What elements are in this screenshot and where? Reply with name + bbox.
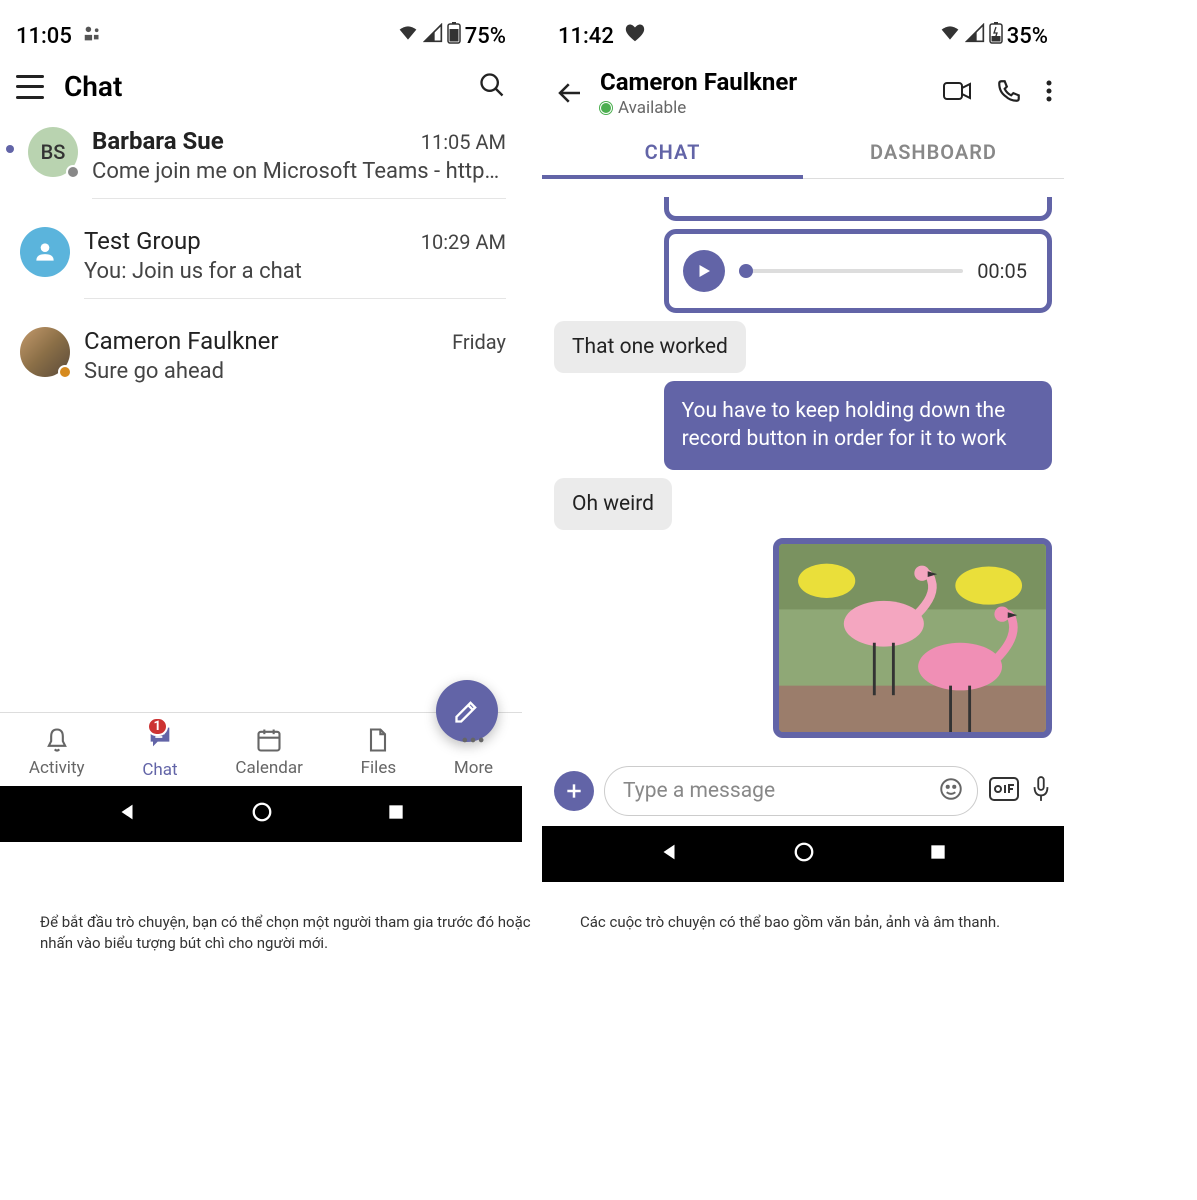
phone-chat-list: 11:05 75% Chat <box>0 0 522 882</box>
nav-activity[interactable]: Activity <box>29 726 85 778</box>
video-call-button[interactable] <box>942 79 972 107</box>
caption-right: Các cuộc trò chuyện có thể bao gồm văn b… <box>580 912 1060 954</box>
wifi-icon <box>397 23 419 49</box>
avatar <box>20 227 70 277</box>
statusbar: 11:05 75% <box>0 0 522 60</box>
nav-more[interactable]: More <box>454 726 493 778</box>
gif-button[interactable] <box>988 776 1020 806</box>
add-button[interactable] <box>554 771 594 811</box>
statusbar-time: 11:05 <box>16 24 72 49</box>
nav-chat[interactable]: 1 Chat <box>142 723 177 780</box>
more-button[interactable] <box>1046 79 1052 107</box>
android-back[interactable] <box>116 801 138 827</box>
chat-item[interactable]: BS Barbara Sue 11:05 AM Come join me on … <box>0 113 522 213</box>
image-message[interactable] <box>773 538 1052 738</box>
play-button[interactable] <box>683 250 725 292</box>
input-bar: Type a message <box>542 756 1064 826</box>
emoji-button[interactable] <box>938 776 964 806</box>
android-recent[interactable] <box>928 842 948 866</box>
tab-chat[interactable]: CHAT <box>542 126 803 178</box>
app-header: Chat <box>0 60 522 113</box>
messages[interactable]: 00:05 That one worked You have to keep h… <box>542 179 1064 756</box>
avatar <box>20 327 70 377</box>
audio-message[interactable]: 00:05 <box>664 229 1052 313</box>
android-home[interactable] <box>793 841 815 867</box>
contact-status: Available <box>600 98 928 118</box>
teams-icon <box>82 22 104 50</box>
android-recent[interactable] <box>386 802 406 826</box>
android-home[interactable] <box>251 801 273 827</box>
chat-item[interactable]: Test Group 10:29 AM You: Join us for a c… <box>0 213 522 313</box>
heart-icon <box>624 22 646 50</box>
chat-time: Friday <box>452 330 506 354</box>
avatar: BS <box>28 127 78 177</box>
contact-name: Cameron Faulkner <box>600 68 928 96</box>
tab-dashboard[interactable]: DASHBOARD <box>803 126 1064 178</box>
captions: Để bắt đầu trò chuyện, bạn có thể chọn m… <box>0 882 1197 954</box>
caption-left: Để bắt đầu trò chuyện, bạn có thể chọn m… <box>40 912 540 954</box>
battery-text: 35% <box>1007 24 1048 49</box>
signal-icon <box>965 23 985 49</box>
message-out[interactable]: You have to keep holding down the record… <box>664 381 1052 470</box>
conversation-header: Cameron Faulkner Available <box>542 60 1064 126</box>
chat-name: Test Group <box>84 227 201 255</box>
message-input[interactable]: Type a message <box>604 766 978 816</box>
statusbar-time: 11:42 <box>558 24 614 49</box>
android-nav <box>0 786 522 842</box>
nav-files[interactable]: Files <box>361 726 396 778</box>
message-clip <box>664 197 1052 221</box>
nav-calendar[interactable]: Calendar <box>235 726 302 778</box>
presence-icon <box>66 165 80 179</box>
android-back[interactable] <box>658 841 680 867</box>
menu-button[interactable] <box>16 75 44 99</box>
chat-preview: You: Join us for a chat <box>84 259 506 284</box>
battery-text: 75% <box>465 24 506 49</box>
signal-icon <box>423 23 443 49</box>
mic-button[interactable] <box>1030 775 1052 807</box>
chat-list: BS Barbara Sue 11:05 AM Come join me on … <box>0 113 522 412</box>
chat-preview: Come join me on Microsoft Teams - http… <box>92 159 506 184</box>
available-icon <box>600 102 612 114</box>
chat-time: 11:05 AM <box>421 130 506 154</box>
audio-duration: 00:05 <box>977 259 1027 283</box>
chat-preview: Sure go ahead <box>84 359 506 384</box>
battery-icon <box>989 22 1003 50</box>
page-title: Chat <box>64 70 458 103</box>
search-button[interactable] <box>478 71 506 103</box>
chat-time: 10:29 AM <box>421 230 506 254</box>
unread-indicator <box>6 145 14 153</box>
chat-item[interactable]: Cameron Faulkner Friday Sure go ahead <box>0 313 522 412</box>
tabs: CHAT DASHBOARD <box>542 126 1064 179</box>
android-nav <box>542 826 1064 882</box>
message-in[interactable]: Oh weird <box>554 478 672 530</box>
message-in[interactable]: That one worked <box>554 321 746 373</box>
chat-name: Cameron Faulkner <box>84 327 279 355</box>
chat-badge: 1 <box>147 717 168 736</box>
presence-icon <box>58 365 72 379</box>
phone-conversation: 11:42 35% Cameron Faulkner Available <box>542 0 1064 882</box>
statusbar: 11:42 35% <box>542 0 1064 60</box>
audio-call-button[interactable] <box>996 78 1022 108</box>
battery-icon <box>447 22 461 50</box>
chat-name: Barbara Sue <box>92 127 224 155</box>
wifi-icon <box>939 23 961 49</box>
back-button[interactable] <box>554 78 586 108</box>
audio-track[interactable] <box>739 269 964 273</box>
